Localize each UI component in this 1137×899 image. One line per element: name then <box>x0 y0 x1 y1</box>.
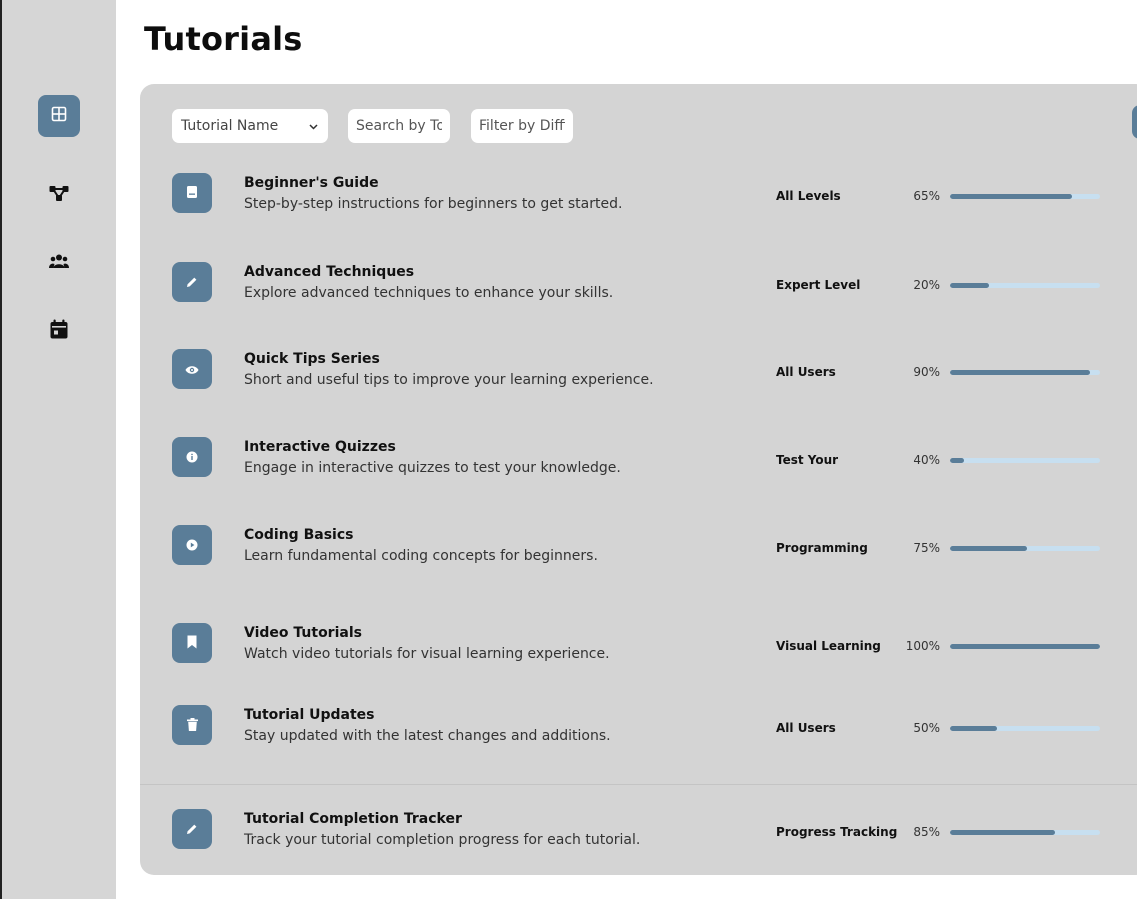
tutorial-progress-label: 75% <box>913 541 940 555</box>
tutorial-icon-button[interactable] <box>172 623 212 663</box>
eye-icon <box>185 360 199 379</box>
tutorial-icon-button[interactable] <box>172 705 212 745</box>
tutorial-progress-fill <box>950 194 1072 199</box>
tutorial-title: Interactive Quizzes <box>244 439 396 455</box>
tutorial-level: Visual Learning <box>776 639 881 653</box>
dashboard-grid-icon <box>51 106 67 126</box>
tutorial-progress-label: 90% <box>913 365 940 379</box>
chevron-down-icon <box>309 118 318 134</box>
tutorial-row[interactable]: Tutorial Completion Tracker Track your tu… <box>140 784 1137 873</box>
tutorial-progress-label: 20% <box>913 278 940 292</box>
page-title: Tutorials <box>144 20 303 58</box>
tutorial-description: Step-by-step instructions for beginners … <box>244 196 623 212</box>
tutorial-progress-label: 40% <box>913 453 940 467</box>
sidebar-item-users[interactable] <box>38 242 80 284</box>
panel-action-button[interactable] <box>1132 105 1137 139</box>
tutorial-title: Quick Tips Series <box>244 351 380 367</box>
tutorial-progress-fill <box>950 726 997 731</box>
trash-icon <box>186 716 198 735</box>
tutorial-icon-button[interactable] <box>172 173 212 213</box>
tutorial-progress-fill <box>950 644 1100 649</box>
tutorial-progress-bar <box>950 370 1100 375</box>
difficulty-filter-field <box>471 109 573 143</box>
tutorial-row[interactable]: Video Tutorials Watch video tutorials for… <box>140 599 1137 687</box>
tutorial-progress-label: 65% <box>913 189 940 203</box>
network-nodes-icon <box>49 185 69 205</box>
tutorial-progress-fill <box>950 283 989 288</box>
tutorial-progress-fill <box>950 370 1090 375</box>
tutorial-description: Explore advanced techniques to enhance y… <box>244 285 614 301</box>
tutorial-title: Tutorial Completion Tracker <box>244 811 462 827</box>
tutorial-description: Short and useful tips to improve your le… <box>244 372 654 388</box>
tutorial-progress-label: 85% <box>913 825 940 839</box>
tutorial-level: All Users <box>776 365 836 379</box>
tutorial-title: Advanced Techniques <box>244 264 415 280</box>
sidebar-item-calendar[interactable] <box>38 310 80 352</box>
tutorial-progress-label: 50% <box>913 721 940 735</box>
tutorial-row[interactable]: Advanced Techniques Explore advanced tech… <box>140 238 1137 326</box>
tutorial-level: Expert Level <box>776 278 861 292</box>
bookmark-icon <box>187 634 197 653</box>
tutorial-title: Coding Basics <box>244 527 354 543</box>
tutorial-row[interactable]: Beginner's Guide Step-by-step instruction… <box>140 149 1137 237</box>
pencil-icon <box>186 273 198 292</box>
tutorial-level: Test Your <box>776 453 839 467</box>
tutorial-progress-fill <box>950 458 964 463</box>
tutorial-level: All Levels <box>776 189 841 203</box>
tutorial-row[interactable]: Tutorial Updates Stay updated with the la… <box>140 681 1137 769</box>
tutorial-progress-bar <box>950 546 1100 551</box>
difficulty-filter-input[interactable] <box>471 118 573 134</box>
tutorial-level: All Users <box>776 721 836 735</box>
tutorial-description: Learn fundamental coding concepts for be… <box>244 548 598 564</box>
tutorial-row[interactable]: Interactive Quizzes Engage in interactive… <box>140 413 1137 501</box>
sidebar <box>2 0 116 899</box>
tutorial-progress-label: 100% <box>905 639 940 653</box>
tutorial-title: Beginner's Guide <box>244 175 379 191</box>
users-group-icon <box>49 253 69 273</box>
tutorial-level: Progress Tracking <box>776 825 898 839</box>
calendar-icon <box>50 319 68 343</box>
topic-search-input[interactable] <box>348 118 450 134</box>
sidebar-item-dashboard[interactable] <box>38 95 80 137</box>
tutorial-progress-bar <box>950 283 1100 288</box>
tutorial-level: Programming <box>776 541 868 555</box>
tutorial-description: Engage in interactive quizzes to test yo… <box>244 460 621 476</box>
tutorial-row[interactable]: Coding Basics Learn fundamental coding co… <box>140 501 1137 589</box>
tutorial-icon-button[interactable] <box>172 525 212 565</box>
tutorial-title: Video Tutorials <box>244 625 362 641</box>
tutorial-progress-bar <box>950 194 1100 199</box>
tutorial-progress-fill <box>950 830 1055 835</box>
tutorial-description: Stay updated with the latest changes and… <box>244 728 611 744</box>
tutorial-description: Track your tutorial completion progress … <box>244 832 641 848</box>
tutorial-description: Watch video tutorials for visual learnin… <box>244 646 610 662</box>
tutorial-progress-fill <box>950 546 1027 551</box>
tutorial-title: Tutorial Updates <box>244 707 375 723</box>
tutorial-row[interactable]: Quick Tips Series Short and useful tips t… <box>140 325 1137 413</box>
tutorial-progress-bar <box>950 726 1100 731</box>
tutorials-panel: Tutorial Name Beginner's Guide Step-by-st… <box>140 84 1137 875</box>
topic-search-field <box>348 109 450 143</box>
tutorial-icon-button[interactable] <box>172 262 212 302</box>
tutorial-progress-bar <box>950 644 1100 649</box>
tutorial-icon-button[interactable] <box>172 809 212 849</box>
info-icon <box>186 448 198 467</box>
sort-select[interactable]: Tutorial Name <box>172 109 328 143</box>
tutorial-progress-bar <box>950 830 1100 835</box>
sidebar-item-network[interactable] <box>38 174 80 216</box>
play-icon <box>186 536 198 555</box>
book-icon <box>186 184 198 203</box>
sort-select-value: Tutorial Name <box>181 118 279 134</box>
tutorial-progress-bar <box>950 458 1100 463</box>
pencil-icon <box>186 820 198 839</box>
tutorial-icon-button[interactable] <box>172 349 212 389</box>
tutorial-icon-button[interactable] <box>172 437 212 477</box>
